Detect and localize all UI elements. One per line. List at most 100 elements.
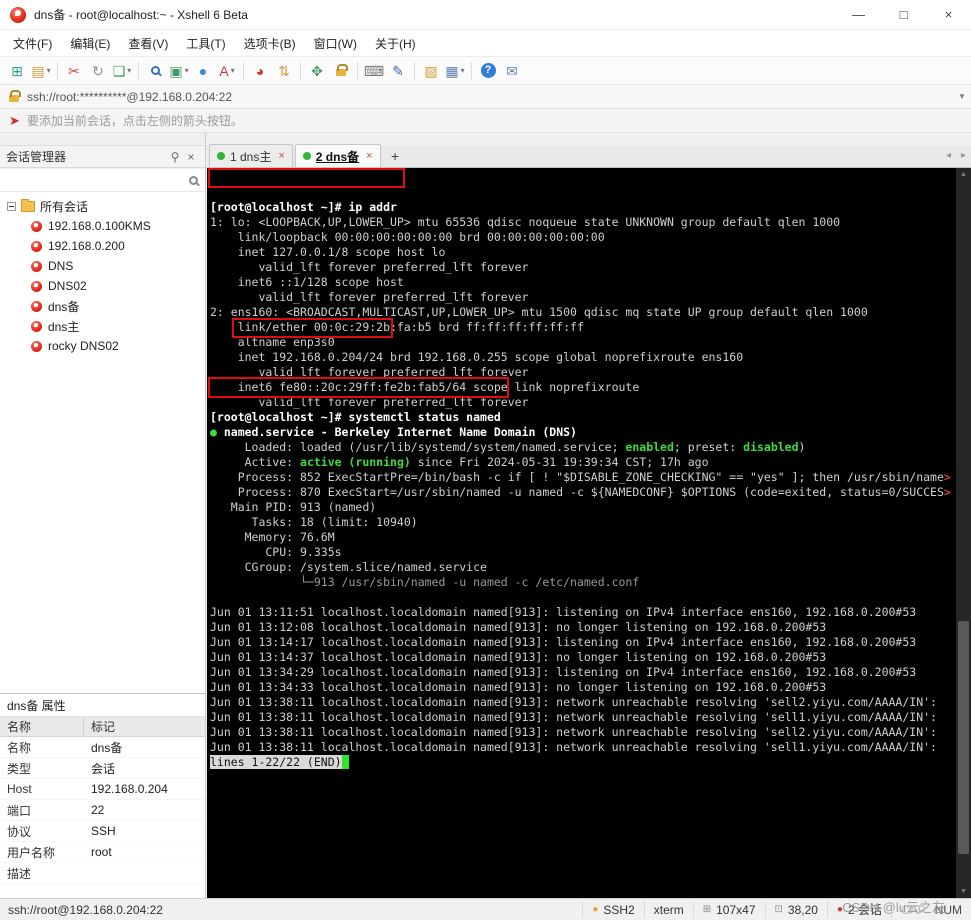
tree-root-all-sessions[interactable]: 所有会话 bbox=[0, 196, 205, 216]
search-icon bbox=[189, 176, 198, 185]
session-icon bbox=[31, 221, 42, 232]
session-item[interactable]: 192.168.0.200 bbox=[0, 236, 205, 256]
keyboard-icon[interactable]: ⌨ bbox=[363, 60, 385, 82]
menu-item[interactable]: 查看(V) bbox=[119, 31, 177, 56]
new-tab-button[interactable]: + bbox=[385, 146, 406, 166]
minimize-button[interactable]: — bbox=[836, 0, 881, 29]
properties-title: dns备 属性 bbox=[0, 694, 205, 717]
layout-icon[interactable]: ▦▾ bbox=[444, 60, 466, 82]
find-icon[interactable] bbox=[144, 60, 166, 82]
session-manager-title: 会话管理器 bbox=[6, 148, 167, 165]
open-sessions-icon[interactable]: ▤▾ bbox=[30, 60, 52, 82]
annotation-box-ip-addr bbox=[208, 168, 405, 188]
menu-item[interactable]: 窗口(W) bbox=[305, 31, 366, 56]
session-item[interactable]: dns主 bbox=[0, 316, 205, 336]
terminal-line: Jun 01 13:38:11 localhost.localdomain na… bbox=[210, 710, 956, 725]
session-tab[interactable]: 2 dns备× bbox=[295, 144, 381, 167]
toolbar-separator bbox=[138, 62, 139, 80]
panel-close-icon[interactable]: × bbox=[183, 150, 199, 164]
toolbar-separator bbox=[357, 62, 358, 80]
terminal-line: 2: ens160: <BROADCAST,MULTICAST,UP,LOWER… bbox=[210, 305, 956, 320]
address-url: ssh://root:**********@192.168.0.204:22 bbox=[27, 90, 232, 104]
new-session-icon[interactable]: ⊞ bbox=[6, 60, 28, 82]
xshell-logo-icon[interactable]: ◕ bbox=[249, 60, 271, 82]
property-row: 协议SSH bbox=[0, 821, 205, 842]
disconnect-icon[interactable]: ✂ bbox=[63, 60, 85, 82]
session-item[interactable]: DNS bbox=[0, 256, 205, 276]
menu-item[interactable]: 编辑(E) bbox=[61, 31, 119, 56]
properties-body: 名称dns备类型会话Host192.168.0.204端口22协议SSH用户名称… bbox=[0, 737, 205, 884]
address-dropdown-icon[interactable]: ▾ bbox=[953, 85, 971, 108]
terminal-line bbox=[210, 590, 956, 605]
terminal-line: Active: active (running) since Fri 2024-… bbox=[210, 455, 956, 470]
terminal-output: [root@localhost ~]# ip addr1: lo: <LOOPB… bbox=[210, 200, 956, 770]
scroll-up-icon[interactable]: ▲ bbox=[960, 171, 967, 178]
terminal-line: 1: lo: <LOOPBACK,UP,LOWER_UP> mtu 65536 … bbox=[210, 215, 956, 230]
terminal-panel: 1 dns主×2 dns备× + ◂ ▸ [root@localhost ~]#… bbox=[207, 133, 971, 898]
maximize-button[interactable]: □ bbox=[881, 0, 926, 29]
help-icon[interactable]: ? bbox=[477, 60, 499, 82]
properties-header-cell: 标记 bbox=[84, 717, 205, 736]
menu-item[interactable]: 关于(H) bbox=[366, 31, 425, 56]
tab-close-icon[interactable]: × bbox=[278, 151, 284, 162]
terminal-line: CPU: 9.335s bbox=[210, 545, 956, 560]
scroll-down-icon[interactable]: ▼ bbox=[960, 888, 967, 895]
session-tab[interactable]: 1 dns主× bbox=[209, 144, 293, 167]
pin-icon[interactable]: ⚲ bbox=[167, 150, 183, 164]
property-row: 类型会话 bbox=[0, 758, 205, 779]
session-item[interactable]: 192.168.0.100KMS bbox=[0, 216, 205, 236]
reconnect-icon[interactable]: ↻ bbox=[87, 60, 109, 82]
session-search-input[interactable] bbox=[7, 173, 189, 187]
tab-prev-icon[interactable]: ◂ bbox=[946, 150, 951, 161]
url-globe-icon[interactable]: ● bbox=[192, 60, 214, 82]
menu-item[interactable]: 文件(F) bbox=[4, 31, 61, 56]
compose-icon[interactable]: ✎ bbox=[387, 60, 409, 82]
address-bar[interactable]: ssh://root:**********@192.168.0.204:22 ▾ bbox=[0, 85, 971, 109]
terminal-screen[interactable]: [root@localhost ~]# ip addr1: lo: <LOOPB… bbox=[207, 168, 956, 898]
terminal-line: link/ether 00:0c:29:2b:fa:b5 brd ff:ff:f… bbox=[210, 320, 956, 335]
terminal-line: Jun 01 13:11:51 localhost.localdomain na… bbox=[210, 605, 956, 620]
menu-item[interactable]: 选项卡(B) bbox=[235, 31, 305, 56]
app-logo-icon bbox=[10, 7, 26, 23]
scrollbar-thumb[interactable] bbox=[958, 621, 969, 855]
terminal-scrollbar[interactable]: ▲ ▼ bbox=[956, 168, 971, 898]
hint-bar: ➤ 要添加当前会话，点击左侧的箭头按钮。 bbox=[0, 109, 971, 133]
terminal-line: [root@localhost ~]# ip addr bbox=[210, 200, 956, 215]
session-manager-header: 会话管理器 ⚲ × bbox=[0, 145, 205, 168]
terminal-line: Jun 01 13:12:08 localhost.localdomain na… bbox=[210, 620, 956, 635]
session-icon bbox=[31, 261, 42, 272]
status-terminal-type: xterm bbox=[644, 902, 693, 918]
fullscreen-icon[interactable]: ✥ bbox=[306, 60, 328, 82]
feedback-icon[interactable]: ✉ bbox=[501, 60, 523, 82]
left-panel: 会话管理器 ⚲ × 所有会话192.168.0.100KMS192.168.0.… bbox=[0, 133, 206, 898]
terminal-line: Jun 01 13:14:37 localhost.localdomain na… bbox=[210, 650, 956, 665]
terminal-line: Jun 01 13:34:29 localhost.localdomain na… bbox=[210, 665, 956, 680]
session-item[interactable]: rocky DNS02 bbox=[0, 336, 205, 356]
property-row: 用户名称root bbox=[0, 842, 205, 863]
title-bar: dns备 - root@localhost:~ - Xshell 6 Beta … bbox=[0, 0, 971, 30]
properties-panel: dns备 属性 名称标记 名称dns备类型会话Host192.168.0.204… bbox=[0, 693, 205, 898]
status-terminal-size-icon: ⊞ bbox=[703, 904, 711, 915]
tab-close-icon[interactable]: × bbox=[366, 151, 372, 162]
terminal-line: Process: 852 ExecStartPre=/bin/bash -c i… bbox=[210, 470, 956, 485]
duplicate-session-icon[interactable]: ❏▾ bbox=[111, 60, 133, 82]
tab-next-icon[interactable]: ▸ bbox=[961, 150, 966, 161]
font-icon[interactable]: A▾ bbox=[216, 60, 238, 82]
terminal-line: inet 192.168.0.204/24 brd 192.168.0.255 … bbox=[210, 350, 956, 365]
session-icon bbox=[31, 241, 42, 252]
xftp-transfer-icon[interactable]: ⇅ bbox=[273, 60, 295, 82]
session-item[interactable]: DNS02 bbox=[0, 276, 205, 296]
terminal-line: inet 127.0.0.1/8 scope host lo bbox=[210, 245, 956, 260]
properties-header-row: 名称标记 bbox=[0, 717, 205, 737]
new-terminal-icon[interactable]: ▣▾ bbox=[168, 60, 190, 82]
menu-item[interactable]: 工具(T) bbox=[177, 31, 234, 56]
new-folder-icon[interactable]: ▧ bbox=[420, 60, 442, 82]
session-icon bbox=[31, 321, 42, 332]
terminal-line: link/loopback 00:00:00:00:00:00 brd 00:0… bbox=[210, 230, 956, 245]
lock-icon bbox=[9, 95, 19, 102]
close-button[interactable]: × bbox=[926, 0, 971, 29]
terminal-line: inet6 fe80::20c:29ff:fe2b:fab5/64 scope … bbox=[210, 380, 956, 395]
terminal-line: Memory: 76.6M bbox=[210, 530, 956, 545]
lock-icon[interactable] bbox=[330, 60, 352, 82]
session-item[interactable]: dns备 bbox=[0, 296, 205, 316]
